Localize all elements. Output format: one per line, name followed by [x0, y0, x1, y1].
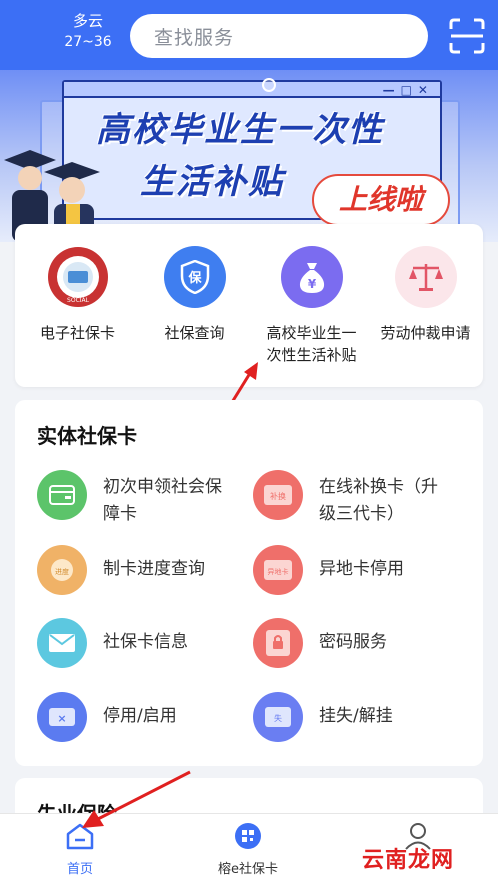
qr-card-icon	[235, 823, 261, 849]
svc-card-info[interactable]: 社保卡信息	[37, 618, 257, 680]
nav-label: 首页	[66, 862, 93, 877]
banner-title-line1: 高校毕业生一次性	[96, 110, 384, 150]
nav-label: 榕e社保卡	[218, 862, 278, 877]
svc-report-loss[interactable]: 失 挂失/解挂	[253, 692, 473, 754]
svc-label: 在线补换卡（升 级三代卡）	[319, 477, 438, 524]
quick-item-label: 高校毕业生一 次性生活补贴	[266, 324, 357, 364]
password-icon	[253, 618, 303, 668]
quick-item-label: 社保查询	[164, 324, 225, 342]
weather-widget[interactable]: 多云 27~36	[58, 10, 118, 52]
promo-banner[interactable]: —□✕ 高校毕业生一次性 生活补贴 上线啦	[0, 70, 498, 242]
search-input[interactable]: 查找服务	[130, 14, 428, 58]
svg-text:保: 保	[187, 270, 202, 286]
svc-password[interactable]: 密码服务	[253, 618, 473, 680]
quick-item-labor-arbitration[interactable]: 劳动仲裁申请	[367, 246, 484, 344]
svg-text:SOCIAL: SOCIAL	[67, 297, 90, 304]
svc-label: 社保卡信息	[103, 632, 188, 652]
mail-icon	[37, 618, 87, 668]
physical-card-section: 实体社保卡 初次申领社会保 障卡 补换 在线补换卡（升 级三代卡） 进度 制卡进…	[15, 400, 483, 766]
quick-item-label: 劳动仲裁申请	[380, 324, 471, 342]
svc-remote-disable[interactable]: 异地卡 异地卡停用	[253, 545, 473, 607]
search-placeholder: 查找服务	[154, 26, 235, 49]
svc-disable-enable[interactable]: × 停用/启用	[37, 692, 257, 754]
progress-query-icon: 进度	[37, 545, 87, 595]
svc-progress-query[interactable]: 进度 制卡进度查询	[37, 545, 257, 607]
quick-item-e-social-card[interactable]: SOCIAL 电子社保卡	[19, 246, 136, 344]
svc-label: 初次申领社会保 障卡	[103, 477, 222, 524]
svg-text:×: ×	[57, 712, 66, 725]
card-wallet-icon	[37, 470, 87, 520]
quick-item-graduate-subsidy[interactable]: ¥ 高校毕业生一 次性生活补贴	[253, 246, 370, 366]
card-disable-icon: ×	[37, 692, 87, 742]
scales-icon	[394, 246, 457, 308]
nav-e-card[interactable]: 榕e社保卡	[188, 822, 308, 877]
svg-text:失: 失	[274, 713, 282, 723]
annotation-arrow-icon	[82, 770, 191, 828]
banner-indicator	[262, 78, 276, 92]
section-title: 实体社保卡	[37, 424, 137, 448]
social-security-card-logo: SOCIAL	[47, 246, 109, 308]
svc-first-apply[interactable]: 初次申领社会保 障卡	[37, 470, 257, 532]
quick-item-label: 电子社保卡	[39, 324, 115, 342]
weather-condition: 多云	[72, 12, 103, 30]
weather-temperature: 27~36	[64, 34, 112, 50]
watermark-logo: 云南龙网	[362, 848, 455, 873]
nav-home[interactable]: 首页	[20, 822, 140, 877]
svg-text:补换: 补换	[270, 491, 286, 501]
svg-text:异地卡: 异地卡	[268, 567, 289, 576]
money-bag-icon: ¥	[280, 246, 343, 308]
svc-online-replace[interactable]: 补换 在线补换卡（升 级三代卡）	[253, 470, 473, 532]
svc-label: 制卡进度查询	[103, 559, 205, 579]
svc-label: 密码服务	[319, 632, 387, 652]
svc-label: 异地卡停用	[319, 559, 404, 579]
window-controls-icon: —□✕	[382, 83, 434, 97]
report-loss-icon: 失	[253, 692, 303, 742]
quick-item-social-query[interactable]: 保 社保查询	[136, 246, 253, 344]
banner-title-line2: 生活补贴	[140, 162, 284, 202]
scan-icon[interactable]	[449, 18, 485, 54]
svc-label: 挂失/解挂	[319, 706, 393, 726]
replace-card-icon: 补换	[253, 470, 303, 520]
shield-bao-icon: 保	[163, 246, 226, 308]
remote-card-disable-icon: 异地卡	[253, 545, 303, 595]
banner-badge: 上线啦	[312, 174, 450, 226]
svg-text:¥: ¥	[307, 277, 316, 291]
svg-text:进度: 进度	[55, 567, 69, 576]
top-header: 多云 27~36 查找服务	[0, 0, 498, 70]
svc-label: 停用/启用	[103, 706, 177, 726]
